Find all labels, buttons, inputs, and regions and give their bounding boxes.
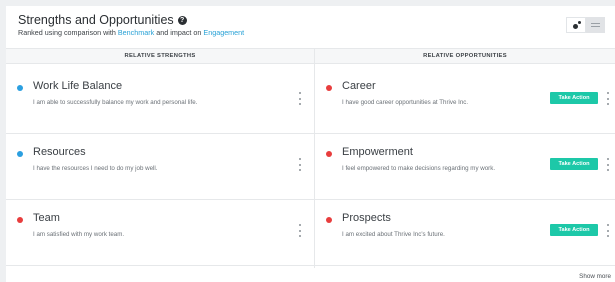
strength-item: Resources I have the resources I need to…	[6, 133, 314, 199]
engagement-link[interactable]: Engagement	[203, 28, 244, 37]
item-title: Work Life Balance	[33, 80, 123, 92]
item-title: Team	[33, 212, 60, 224]
show-more-link[interactable]: Show more	[579, 273, 611, 280]
more-options-icon[interactable]	[606, 224, 610, 237]
status-dot	[17, 151, 23, 157]
list-view-icon[interactable]	[586, 17, 605, 33]
strengths-opportunities-card: Strengths and Opportunities ? Ranked usi…	[6, 6, 615, 282]
take-action-button[interactable]: Take Action	[550, 224, 598, 236]
subtitle-prefix: Ranked using comparison with	[18, 28, 118, 37]
opportunity-item: Empowerment I feel empowered to make dec…	[315, 133, 615, 199]
opportunity-item: Prospects I am excited about Thrive Inc'…	[315, 199, 615, 265]
opportunities-column-header: RELATIVE OPPORTUNITIES	[315, 48, 615, 64]
benchmark-link[interactable]: Benchmark	[118, 28, 154, 37]
status-dot	[17, 217, 23, 223]
item-description: I feel empowered to make decisions regar…	[342, 165, 496, 172]
title-text: Strengths and Opportunities	[18, 13, 174, 27]
item-description: I have the resources I need to do my job…	[33, 165, 158, 172]
more-options-icon[interactable]	[298, 224, 302, 237]
more-options-icon[interactable]	[298, 158, 302, 171]
more-options-icon[interactable]	[298, 92, 302, 105]
subtitle-middle: and impact on	[154, 28, 204, 37]
take-action-button[interactable]: Take Action	[550, 92, 598, 104]
strengths-column-header: RELATIVE STRENGTHS	[6, 48, 314, 64]
more-options-icon[interactable]	[606, 158, 610, 171]
scatter-view-icon[interactable]	[566, 17, 586, 33]
help-icon[interactable]: ?	[177, 15, 187, 25]
item-description: I have good career opportunities at Thri…	[342, 99, 469, 106]
item-title: Prospects	[342, 212, 391, 224]
page-title: Strengths and Opportunities ?	[18, 13, 187, 27]
item-title: Resources	[33, 146, 86, 158]
subtitle: Ranked using comparison with Benchmark a…	[18, 28, 244, 37]
item-description: I am excited about Thrive Inc's future.	[342, 231, 445, 238]
item-title: Empowerment	[342, 146, 413, 158]
opportunity-item: Career I have good career opportunities …	[315, 67, 615, 133]
status-dot	[326, 85, 332, 91]
take-action-button[interactable]: Take Action	[550, 158, 598, 170]
status-dot	[326, 217, 332, 223]
strength-item: Team I am satisfied with my work team.	[6, 199, 314, 265]
status-dot	[326, 151, 332, 157]
strength-item: Work Life Balance I am able to successfu…	[6, 67, 314, 133]
row-divider	[6, 265, 615, 266]
item-description: I am satisfied with my work team.	[33, 231, 125, 238]
item-description: I am able to successfully balance my wor…	[33, 99, 198, 106]
more-options-icon[interactable]	[606, 92, 610, 105]
item-title: Career	[342, 80, 376, 92]
view-toggle[interactable]	[566, 17, 605, 33]
status-dot	[17, 85, 23, 91]
